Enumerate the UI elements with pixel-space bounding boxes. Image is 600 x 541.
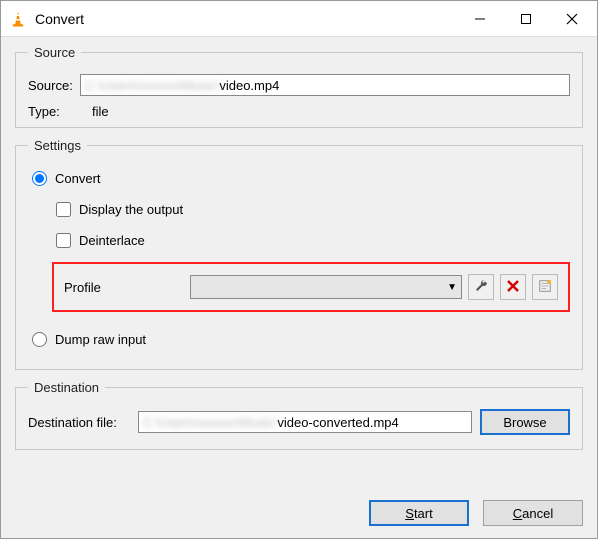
- delete-profile-button[interactable]: [500, 274, 526, 300]
- deinterlace-label: Deinterlace: [79, 233, 145, 248]
- destination-input[interactable]: C:\Users\xxxxxx\Music\ video-converted.m…: [138, 411, 472, 433]
- settings-legend: Settings: [28, 138, 87, 153]
- destination-legend: Destination: [28, 380, 105, 395]
- maximize-button[interactable]: [503, 4, 549, 34]
- edit-profile-button[interactable]: [468, 274, 494, 300]
- convert-label: Convert: [55, 171, 101, 186]
- source-label: Source:: [28, 78, 80, 93]
- profile-highlight-box: Profile ▼: [52, 262, 570, 312]
- browse-button[interactable]: Browse: [480, 409, 570, 435]
- type-label: Type:: [28, 104, 80, 119]
- close-button[interactable]: [549, 4, 595, 34]
- source-input[interactable]: C:\Users\xxxxxx\Music\ video.mp4: [80, 74, 570, 96]
- cancel-button[interactable]: Cancel: [483, 500, 583, 526]
- source-path-hidden: C:\Users\xxxxxx\Music\: [85, 78, 219, 93]
- destination-group: Destination Destination file: C:\Users\x…: [15, 380, 583, 450]
- dialog-footer: Start Cancel: [1, 494, 597, 538]
- wrench-icon: [474, 279, 488, 296]
- deinterlace-checkbox[interactable]: [56, 233, 71, 248]
- minimize-button[interactable]: [457, 4, 503, 34]
- start-button[interactable]: Start: [369, 500, 469, 526]
- x-icon: [507, 280, 519, 295]
- profile-select[interactable]: ▼: [190, 275, 462, 299]
- convert-dialog: Convert Source Source: C:\Users\xxxxxx\M…: [0, 0, 598, 539]
- titlebar: Convert: [1, 1, 597, 37]
- display-output-label: Display the output: [79, 202, 183, 217]
- destination-path-hidden: C:\Users\xxxxxx\Music\: [143, 415, 277, 430]
- source-group: Source Source: C:\Users\xxxxxx\Music\ vi…: [15, 45, 583, 128]
- destination-path-visible: video-converted.mp4: [277, 415, 398, 430]
- chevron-down-icon: ▼: [447, 282, 457, 293]
- dump-label: Dump raw input: [55, 332, 146, 347]
- content-area: Source Source: C:\Users\xxxxxx\Music\ vi…: [1, 37, 597, 494]
- dump-radio[interactable]: [32, 332, 47, 347]
- display-output-checkbox[interactable]: [56, 202, 71, 217]
- new-profile-button[interactable]: [532, 274, 558, 300]
- type-value: file: [92, 104, 109, 119]
- destination-label: Destination file:: [28, 415, 138, 430]
- source-path-visible: video.mp4: [219, 78, 279, 93]
- window-title: Convert: [35, 11, 457, 27]
- list-new-icon: [538, 279, 552, 296]
- source-legend: Source: [28, 45, 81, 60]
- convert-radio[interactable]: [32, 171, 47, 186]
- vlc-cone-icon: [9, 10, 27, 28]
- settings-group: Settings Convert Display the output Dein…: [15, 138, 583, 370]
- profile-label: Profile: [64, 280, 184, 295]
